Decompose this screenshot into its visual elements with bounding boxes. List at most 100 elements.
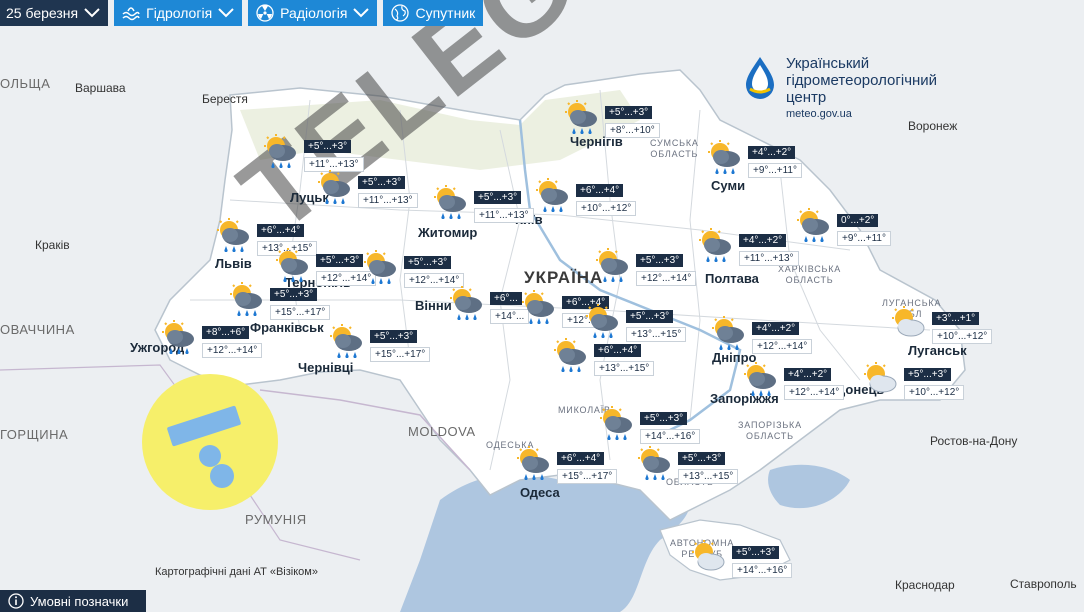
- rain-cloud-sun-icon: [742, 362, 778, 397]
- city-zhytomyr: Житомир: [418, 225, 478, 240]
- map-credit: Картографічні дані АТ «Візіком»: [155, 566, 318, 578]
- logo-line3: центр: [786, 89, 827, 106]
- rain-cloud-sun-icon: [534, 178, 570, 213]
- rain-cloud-sun-icon: [552, 338, 588, 373]
- city-sumy: Суми: [711, 178, 746, 193]
- forecast-temps: +5°...+3° +11°...+13°: [474, 187, 534, 223]
- top-toolbar: 25 березня Гідрологія Радіологія Супутни…: [0, 0, 484, 26]
- night-temperature: +11°...+13°: [358, 193, 418, 208]
- forecast-temps: +4°...+2° +12°...+14°: [752, 318, 813, 354]
- rain-cloud-sun-icon: [697, 228, 733, 263]
- radiology-dropdown[interactable]: Радіологія: [248, 0, 378, 26]
- day-temperature: +5°...+3°: [358, 176, 406, 189]
- day-temperature: +5°...+3°: [304, 140, 352, 153]
- day-temperature: +5°...+3°: [270, 288, 318, 301]
- city-chernivtsi: Чернівці: [298, 360, 354, 375]
- city-krasnodar: Краснодар: [895, 578, 955, 592]
- rain-cloud-sun-icon: [262, 134, 298, 169]
- forecast-temps: +5°...+3° +11°...+13°: [304, 136, 364, 172]
- rain-cloud-sun-icon: [316, 170, 352, 205]
- forecast-temps: +6°...+4° +13°...+15°: [594, 340, 655, 376]
- rain-cloud-sun-icon: [795, 208, 831, 243]
- forecast-temps: +6°...+4° +10°...+12°: [576, 180, 637, 216]
- forecast-temps: +4°...+2° +9°...+11°: [748, 142, 802, 178]
- night-temperature: +14°...+16°: [732, 563, 793, 578]
- city-vinnytsia: Вінни: [415, 298, 452, 313]
- day-temperature: +5°...+3°: [474, 191, 522, 204]
- city-lviv: Львів: [215, 256, 252, 271]
- hydrology-label: Гідрологія: [146, 5, 213, 21]
- night-temperature: +9°...+11°: [837, 231, 891, 246]
- day-temperature: +5°...+3°: [626, 310, 674, 323]
- oblast-kharkiv: ХАРКІВСЬКА ОБЛАСТЬ: [778, 264, 842, 285]
- day-temperature: +5°...+3°: [678, 452, 726, 465]
- city-warsaw: Варшава: [75, 81, 126, 95]
- night-temperature: +8°...+10°: [605, 123, 660, 138]
- forecast-temps: +5°...+3° +13°...+15°: [678, 448, 739, 484]
- night-temperature: +10°...+12°: [932, 329, 993, 344]
- forecast-temps: +8°...+6° +12°...+14°: [202, 322, 263, 358]
- rain-cloud-sun-icon: [563, 100, 599, 135]
- rain-cloud-sun-icon: [710, 316, 746, 351]
- night-temperature: +13°...+15°: [678, 469, 739, 484]
- rain-cloud-sun-icon: [328, 324, 364, 359]
- rain-cloud-sun-icon: [432, 185, 468, 220]
- oblast-zaporizhzhia: ЗАПОРІЗЬКА ОБЛАСТЬ: [738, 420, 802, 441]
- ukrhydromet-logo[interactable]: Український гідрометеорологічний центр m…: [742, 55, 937, 120]
- night-temperature: +9°...+11°: [748, 163, 802, 178]
- rain-cloud-sun-icon: [215, 218, 251, 253]
- night-temperature: +12°...+14°: [202, 343, 263, 358]
- rain-cloud-sun-icon: [228, 282, 264, 317]
- day-temperature: +5°...+3°: [732, 546, 780, 559]
- day-temperature: +5°...+3°: [316, 254, 364, 267]
- forecast-temps: +5°...+3° +14°...+16°: [640, 408, 701, 444]
- logo-url: meteo.gov.ua: [786, 108, 852, 120]
- day-temperature: 0°...+2°: [837, 214, 879, 227]
- day-temperature: +6°...+4°: [594, 344, 642, 357]
- forecast-temps: +5°...+3° +15°...+17°: [370, 326, 431, 362]
- night-temperature: +11°...+13°: [474, 208, 534, 223]
- country-poland: ОЛЬЩА: [0, 76, 51, 91]
- city-stavropol: Ставрополь: [1010, 577, 1077, 591]
- date-label: 25 березня: [6, 5, 79, 21]
- forecast-temps: +5°...+3° +15°...+17°: [270, 284, 331, 320]
- night-temperature: +15°...+17°: [270, 305, 331, 320]
- country-moldova: MOLDOVA: [408, 424, 476, 439]
- night-temperature: +11°...+13°: [739, 251, 799, 266]
- chevron-down-icon: [353, 8, 370, 18]
- city-luhansk: Луганськ: [908, 343, 967, 358]
- country-slovakia: ОВАЧЧИНА: [0, 322, 75, 337]
- country-hungary: ГОРЩИНА: [0, 427, 69, 442]
- date-dropdown[interactable]: 25 березня: [0, 0, 109, 26]
- day-temperature: +6°...: [490, 292, 522, 305]
- globe-icon: [391, 4, 410, 22]
- night-temperature: +12°...+14°: [636, 271, 697, 286]
- night-temperature: +12°...+14°: [784, 385, 845, 400]
- rain-cloud-sun-icon: [584, 304, 620, 339]
- country-romania: РУМУНІЯ: [245, 512, 307, 527]
- info-icon: [8, 593, 24, 609]
- rain-cloud-sun-icon: [515, 446, 551, 481]
- forecast-temps: +6°...+4° +15°...+17°: [557, 448, 618, 484]
- forecast-temps: +5°...+3° +10°...+12°: [904, 364, 965, 400]
- day-temperature: +5°...+3°: [370, 330, 418, 343]
- logo-line2: гідрометеорологічний: [786, 72, 938, 89]
- forecast-temps: +5°...+3° +12°...+14°: [404, 252, 465, 288]
- satellite-button[interactable]: Супутник: [383, 0, 484, 26]
- rain-cloud-sun-icon: [520, 290, 556, 325]
- legend-button[interactable]: Умовні позначки: [0, 590, 146, 612]
- night-temperature: +10°...+12°: [904, 385, 965, 400]
- day-temperature: +5°...+3°: [605, 106, 653, 119]
- night-temperature: +14°...+16°: [640, 429, 701, 444]
- day-temperature: +5°...+3°: [636, 254, 684, 267]
- rain-cloud-sun-icon: [362, 250, 398, 285]
- forecast-temps: +3°...+1° +10°...+12°: [932, 308, 993, 344]
- hydrology-dropdown[interactable]: Гідрологія: [114, 0, 243, 26]
- cloud-sun-icon: [890, 306, 926, 340]
- forecast-temps: 0°...+2° +9°...+11°: [837, 210, 891, 246]
- city-odesa: Одеса: [520, 485, 560, 500]
- day-temperature: +4°...+2°: [748, 146, 796, 159]
- rain-cloud-sun-icon: [636, 446, 672, 481]
- rain-cloud-sun-icon: [274, 248, 310, 283]
- city-poltava: Полтава: [705, 271, 759, 286]
